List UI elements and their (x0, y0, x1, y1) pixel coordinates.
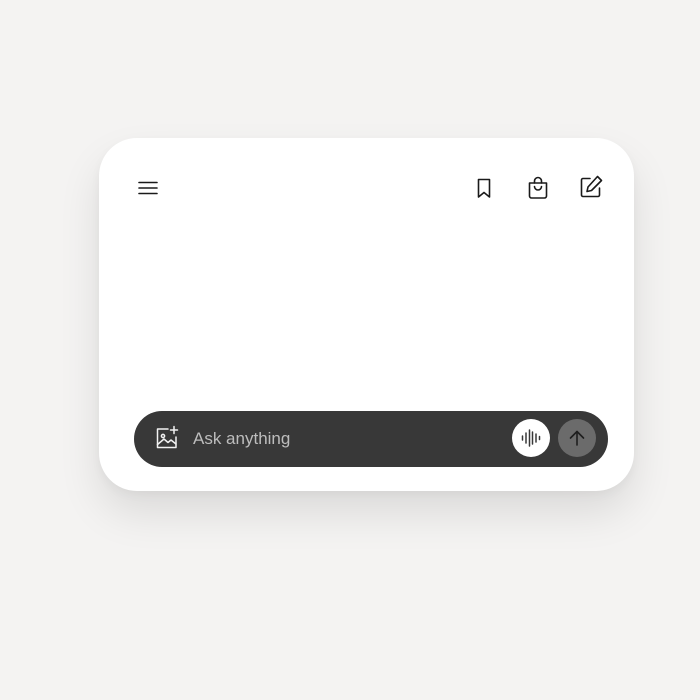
prompt-composer (134, 411, 608, 467)
attach-image-button[interactable] (154, 425, 180, 451)
shopping-bag-icon (528, 176, 548, 199)
voice-waveform-icon (521, 429, 541, 447)
shopping-bag-button[interactable] (524, 174, 552, 202)
menu-button[interactable] (134, 174, 162, 202)
hamburger-menu-icon (138, 181, 158, 195)
new-chat-compose-icon (580, 175, 603, 198)
new-chat-button[interactable] (577, 173, 605, 201)
chat-card (99, 138, 634, 491)
arrow-up-icon (569, 430, 585, 446)
page (0, 0, 700, 700)
add-image-icon (156, 425, 179, 449)
voice-mode-button[interactable] (512, 419, 550, 457)
bookmark-button[interactable] (470, 174, 498, 202)
prompt-input[interactable] (193, 424, 493, 454)
send-button[interactable] (558, 419, 596, 457)
bookmark-icon (477, 178, 491, 198)
